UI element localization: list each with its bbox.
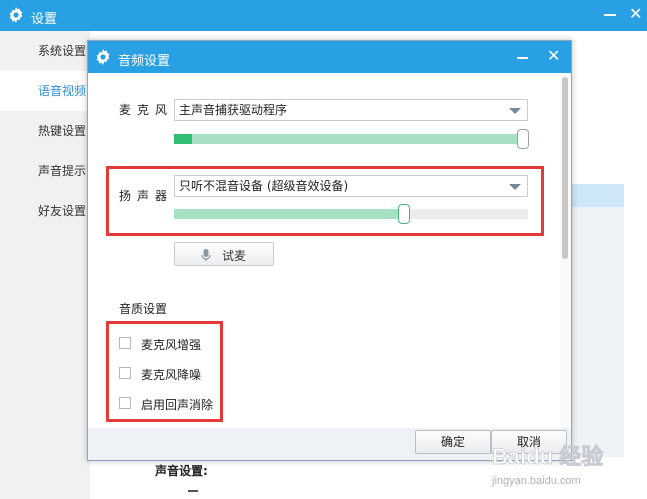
ok-button[interactable]: 确定 (415, 430, 491, 454)
gear-icon (9, 7, 23, 23)
quality-settings-title: 音质设置 (119, 302, 168, 316)
microphone-level-fill (174, 134, 192, 144)
minimize-icon[interactable] (604, 14, 616, 16)
background-list-panel (570, 207, 624, 457)
settings-sidebar: 系统设置 语音视频 热键设置 声音提示 好友设置 (0, 31, 90, 499)
sidebar-item-voice-video[interactable]: 语音视频 (0, 71, 90, 111)
close-icon[interactable]: ✕ (629, 4, 642, 24)
background-partial-controls (188, 490, 268, 492)
dialog-titlebar: 音频设置 ✕ (88, 41, 571, 73)
watermark-url: jingyan.baidu.com (491, 475, 581, 487)
sidebar-item-hotkeys[interactable]: 热键设置 (0, 111, 90, 151)
options-highlight-box (106, 321, 223, 422)
gear-icon (96, 49, 110, 65)
dialog-title: 音频设置 (118, 54, 171, 69)
microphone-device-select[interactable]: 主声音捕获驱动程序 (174, 99, 528, 121)
background-selected-row (570, 184, 624, 207)
microphone-level-handle[interactable] (517, 129, 529, 149)
test-microphone-label: 试麦 (222, 249, 247, 263)
chevron-down-icon[interactable] (509, 108, 521, 114)
sidebar-item-friends[interactable]: 好友设置 (0, 191, 90, 231)
microphone-label: 麦克风 (119, 103, 174, 117)
speaker-highlight-box (106, 166, 544, 236)
baidu-paw-logo: Baidu 经验 jingyan.baidu.com (491, 444, 604, 487)
sound-settings-label: 声音设置: (155, 464, 208, 478)
settings-window-title: 设置 (31, 12, 58, 27)
scrollbar-thumb[interactable] (562, 77, 568, 259)
close-icon[interactable]: ✕ (547, 46, 560, 66)
watermark-brand: Baidu 经验 (492, 444, 603, 469)
dialog-scrollbar[interactable] (560, 73, 571, 428)
microphone-icon (201, 249, 211, 261)
minimize-icon[interactable] (517, 57, 528, 59)
baidu-watermark: Baidu 经验 jingyan.baidu.com (488, 438, 638, 488)
sidebar-item-sound-alerts[interactable]: 声音提示 (0, 151, 90, 191)
sidebar-item-system[interactable]: 系统设置 (0, 31, 90, 71)
test-microphone-button[interactable]: 试麦 (174, 242, 274, 266)
settings-titlebar: 设置 ✕ (0, 0, 647, 31)
microphone-level-meter (174, 134, 528, 144)
microphone-device-value: 主声音捕获驱动程序 (179, 103, 288, 117)
